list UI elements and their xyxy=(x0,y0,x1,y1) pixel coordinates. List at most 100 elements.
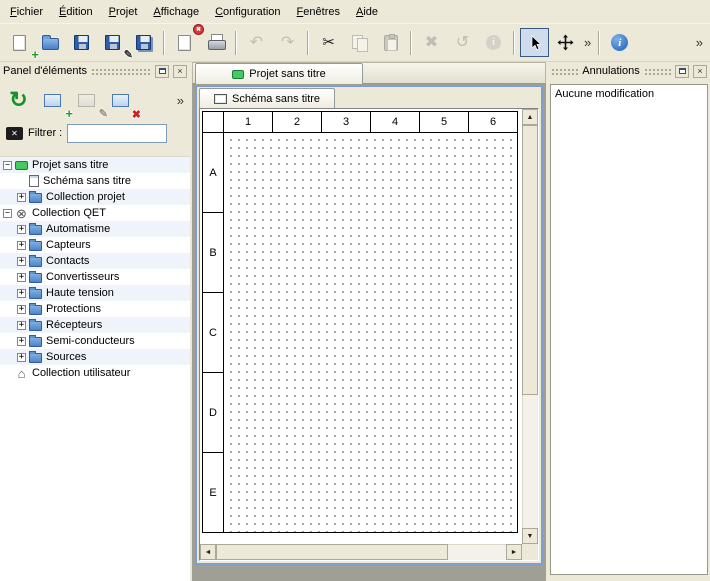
move-mode-button[interactable] xyxy=(551,28,580,57)
tree-item-icon xyxy=(29,321,42,331)
copy-button[interactable] xyxy=(345,28,374,57)
tree-item[interactable]: Projet sans titre xyxy=(0,157,190,173)
close-file-button[interactable]: ✖ xyxy=(170,28,199,57)
tree-item[interactable]: Schéma sans titre xyxy=(0,173,190,189)
tree-item-label: Projet sans titre xyxy=(32,159,108,171)
clear-filter-icon[interactable]: ✕ xyxy=(6,127,23,140)
new-file-button[interactable]: + xyxy=(5,28,34,57)
menu-item[interactable]: Fenêtres xyxy=(289,2,348,22)
tree-item[interactable]: Récepteurs xyxy=(0,317,190,333)
close-panel-button[interactable]: × xyxy=(693,65,707,78)
expander-icon[interactable] xyxy=(17,193,26,202)
row-header: B xyxy=(202,213,224,293)
delete-button[interactable]: ✖ xyxy=(417,28,446,57)
scroll-right-icon[interactable]: ► xyxy=(506,544,522,560)
tree-item[interactable]: Capteurs xyxy=(0,237,190,253)
dock-grip[interactable] xyxy=(551,67,578,75)
reload-collections-button[interactable]: ↻ xyxy=(3,85,34,116)
tree-item-icon xyxy=(29,257,42,267)
expander-icon[interactable] xyxy=(17,321,26,330)
undo-button[interactable]: ↶ xyxy=(242,28,271,57)
expander-icon[interactable] xyxy=(17,353,26,362)
tree-item[interactable]: Collection projet xyxy=(0,189,190,205)
cut-button[interactable]: ✂ xyxy=(314,28,343,57)
scroll-down-icon[interactable]: ▼ xyxy=(522,528,538,544)
save-all-button[interactable] xyxy=(129,28,158,57)
info-icon: i xyxy=(486,35,501,50)
tree-item[interactable]: Haute tension xyxy=(0,285,190,301)
save-as-button[interactable]: ✎ xyxy=(98,28,127,57)
menu-item[interactable]: Configuration xyxy=(207,2,288,22)
element-info-button[interactable]: i xyxy=(479,28,508,57)
tree-item[interactable]: Semi-conducteurs xyxy=(0,333,190,349)
open-file-button[interactable] xyxy=(36,28,65,57)
diagram-grid[interactable] xyxy=(224,133,518,533)
paste-button[interactable] xyxy=(376,28,405,57)
toolbar-overflow-right-icon[interactable]: » xyxy=(693,35,706,50)
undo-list[interactable]: Aucune modification xyxy=(550,84,708,575)
row-header: D xyxy=(202,373,224,453)
print-button[interactable] xyxy=(201,28,230,57)
menu-item[interactable]: Aide xyxy=(348,2,386,22)
scroll-left-icon[interactable]: ◄ xyxy=(200,544,216,560)
vertical-scroll-thumb[interactable] xyxy=(522,125,538,395)
column-header: 3 xyxy=(322,111,371,133)
tree-item[interactable]: Sources xyxy=(0,349,190,365)
expander-icon[interactable] xyxy=(17,257,26,266)
dock-grip[interactable] xyxy=(91,67,151,75)
expander-icon[interactable] xyxy=(17,273,26,282)
schema-tab[interactable]: Schéma sans titre xyxy=(199,88,335,108)
print-icon xyxy=(208,37,224,51)
scroll-up-icon[interactable]: ▲ xyxy=(522,109,538,125)
rotate-button[interactable]: ↺ xyxy=(448,28,477,57)
tree-item-icon: ⌂ xyxy=(15,367,28,380)
project-tab[interactable]: Projet sans titre xyxy=(195,63,363,84)
edit-element-button[interactable]: ✎ xyxy=(71,85,102,116)
dock-grip[interactable] xyxy=(644,67,671,75)
panel-toolbar-overflow-icon[interactable]: » xyxy=(174,93,187,108)
select-mode-button[interactable] xyxy=(520,28,549,57)
tree-item-icon xyxy=(29,289,42,299)
float-panel-button[interactable] xyxy=(155,65,169,78)
tree-item-label: Haute tension xyxy=(46,287,114,299)
new-file-icon xyxy=(13,35,26,51)
float-panel-button[interactable] xyxy=(675,65,689,78)
tree-item-label: Collection utilisateur xyxy=(32,367,130,379)
tree-item[interactable]: Protections xyxy=(0,301,190,317)
toolbar-overflow-icon[interactable]: » xyxy=(581,35,594,50)
qelectrotech-window: { "menubar": { "items": [ {"label": "Fic… xyxy=(0,0,710,581)
expander-icon[interactable] xyxy=(17,225,26,234)
expander-icon[interactable] xyxy=(17,337,26,346)
expander-icon[interactable] xyxy=(17,305,26,314)
about-button[interactable]: i xyxy=(605,28,634,57)
vertical-scrollbar[interactable]: ▲ ▼ xyxy=(522,109,538,544)
tree-item[interactable]: Automatisme xyxy=(0,221,190,237)
expander-icon[interactable] xyxy=(3,161,12,170)
menu-item[interactable]: Projet xyxy=(101,2,146,22)
red-x-badge-icon: ✖ xyxy=(132,110,141,121)
filter-input[interactable] xyxy=(67,124,167,143)
redo-button[interactable]: ↷ xyxy=(273,28,302,57)
diagram-corner-cell xyxy=(202,111,224,133)
tree-item[interactable]: Convertisseurs xyxy=(0,269,190,285)
expander-icon[interactable] xyxy=(17,289,26,298)
menu-item[interactable]: Fichier xyxy=(2,2,51,22)
horizontal-scroll-thumb[interactable] xyxy=(216,544,448,560)
tree-item[interactable]: ⌂ Collection utilisateur xyxy=(0,365,190,381)
undo-panel-title: Annulations xyxy=(582,65,640,77)
menu-item[interactable]: Édition xyxy=(51,2,101,22)
tree-item-label: Collection projet xyxy=(46,191,125,203)
tree-item[interactable]: Contacts xyxy=(0,253,190,269)
delete-element-button[interactable]: ✖ xyxy=(105,85,136,116)
save-as-icon xyxy=(105,35,120,50)
expander-icon[interactable] xyxy=(3,209,12,218)
menu-item[interactable]: Affichage xyxy=(145,2,207,22)
horizontal-scrollbar[interactable]: ◄ ► xyxy=(200,544,522,560)
tree-item[interactable]: ⊗ Collection QET xyxy=(0,205,190,221)
save-button[interactable] xyxy=(67,28,96,57)
diagram-view[interactable]: 1 2 3 4 5 6 xyxy=(199,108,539,561)
close-panel-button[interactable]: × xyxy=(173,65,187,78)
new-element-button[interactable]: + xyxy=(37,85,68,116)
expander-icon[interactable] xyxy=(17,241,26,250)
tree-item-label: Contacts xyxy=(46,255,89,267)
